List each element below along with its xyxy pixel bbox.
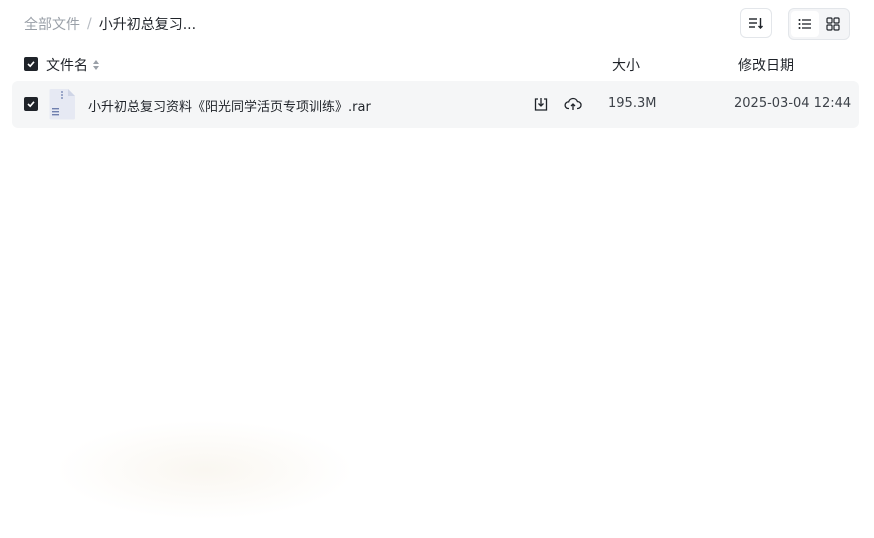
name-column-label: 文件名	[46, 58, 88, 74]
grid-view-icon	[826, 17, 840, 31]
download-button[interactable]	[532, 95, 550, 113]
row-checkbox[interactable]	[24, 97, 38, 111]
file-name-link[interactable]: 小升初总复习资料《阳光同学活页专项训练》.rar	[88, 96, 371, 115]
save-to-cloud-button[interactable]	[564, 95, 582, 113]
list-view-button[interactable]	[791, 11, 819, 37]
check-icon	[27, 101, 35, 108]
breadcrumb-separator: /	[87, 16, 92, 32]
rar-archive-icon	[49, 89, 75, 120]
download-icon	[534, 98, 548, 111]
sort-toggle-icon	[93, 60, 99, 70]
size-column-header: 大小	[612, 58, 640, 74]
sort-button[interactable]	[740, 8, 772, 38]
table-row[interactable]: 小升初总复习资料《阳光同学活页专项训练》.rar 195.3M 2025-03-…	[12, 81, 859, 128]
list-view-icon	[798, 19, 811, 29]
file-size: 195.3M	[608, 96, 657, 111]
sort-lines-icon	[749, 18, 763, 29]
grid-view-button[interactable]	[819, 11, 847, 37]
view-mode-toggle	[788, 8, 850, 40]
breadcrumb-current-folder: 小升初总复习...	[98, 17, 197, 33]
cloud-upload-icon	[564, 97, 582, 110]
date-column-header: 修改日期	[738, 58, 794, 74]
background-glow	[55, 420, 355, 520]
file-browser-page: 全部文件 / 小升初总复习... 文件名 大小 修改日期 小升初总复习资料《阳光…	[0, 0, 874, 538]
breadcrumb: 全部文件 / 小升初总复习...	[24, 14, 196, 34]
table-header: 文件名 大小 修改日期	[12, 50, 859, 78]
breadcrumb-root-link[interactable]: 全部文件	[24, 14, 80, 34]
select-all-checkbox[interactable]	[24, 57, 38, 71]
check-icon	[27, 61, 35, 68]
name-column-header[interactable]: 文件名	[46, 55, 100, 75]
file-modified-date: 2025-03-04 12:44	[734, 96, 852, 111]
